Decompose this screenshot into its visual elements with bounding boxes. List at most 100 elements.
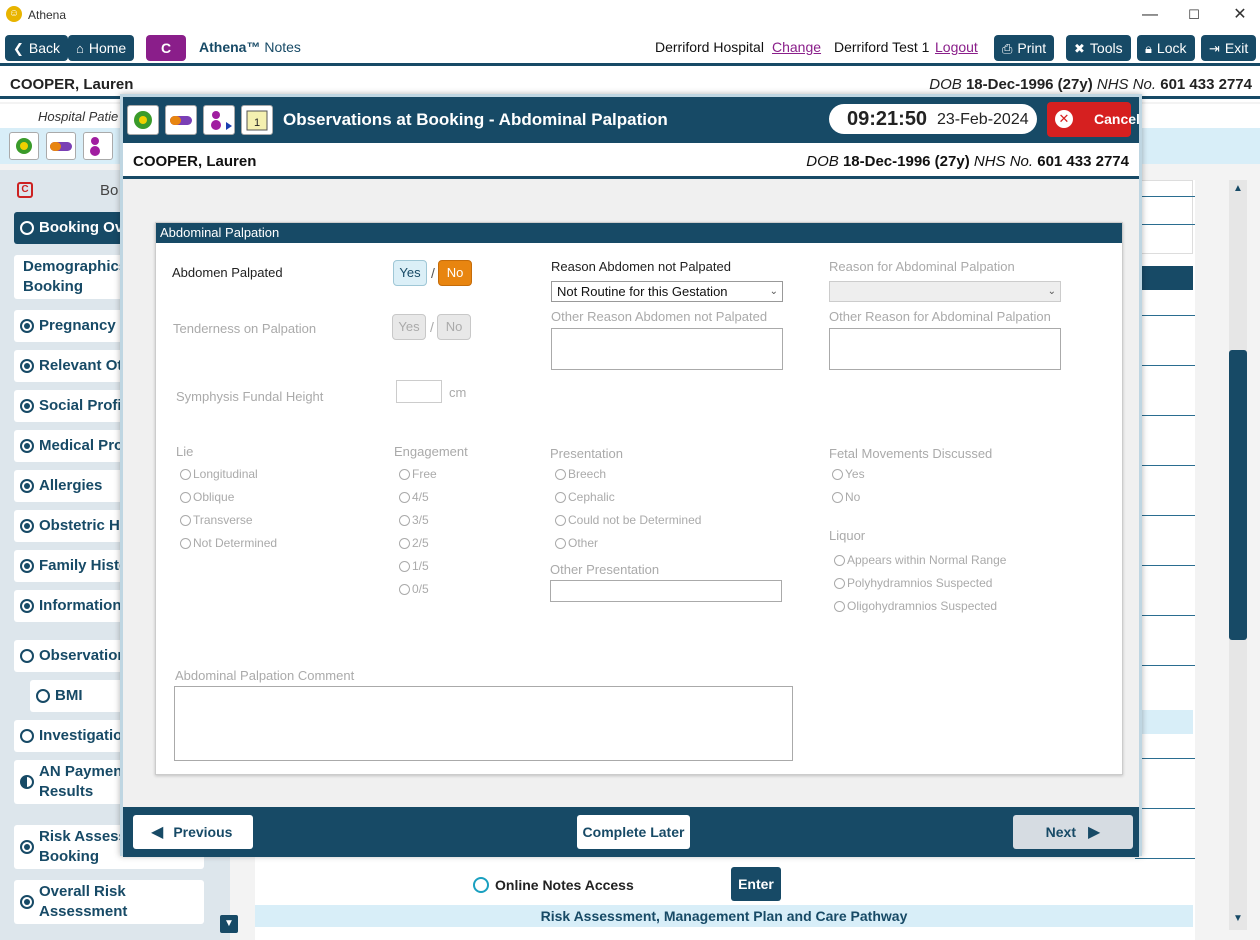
- chevron-left-icon: ❮: [13, 41, 24, 56]
- maximize-button[interactable]: ☐: [1184, 5, 1204, 25]
- scroll-up-icon[interactable]: ▲: [1229, 180, 1247, 198]
- status-radio-icon: [36, 689, 50, 703]
- radio-option[interactable]: Free: [399, 467, 437, 481]
- panel-header: Bo: [100, 182, 119, 199]
- minimize-button[interactable]: —: [1140, 5, 1160, 25]
- radio-option[interactable]: Longitudinal: [180, 467, 258, 481]
- print-button[interactable]: ⎙ Print: [994, 35, 1055, 61]
- radio-option[interactable]: Appears within Normal Range: [834, 553, 1006, 567]
- window-title: Athena: [28, 8, 67, 22]
- c-button[interactable]: C: [146, 35, 186, 61]
- other-reason-not-label: Other Reason Abdomen not Palpated: [551, 309, 768, 324]
- reason-not-palpated-value: Not Routine for this Gestation: [557, 284, 728, 299]
- clock-time: 09:21:50: [847, 108, 928, 130]
- nhs-value: 601 433 2774: [1160, 76, 1252, 93]
- other-reason-for-input[interactable]: [829, 328, 1061, 370]
- radio-option[interactable]: Transverse: [180, 513, 253, 527]
- radio-option[interactable]: Oligohydramnios Suspected: [834, 599, 997, 613]
- presentation-label: Presentation: [550, 446, 623, 461]
- radio-option[interactable]: Cephalic: [555, 490, 615, 504]
- change-link[interactable]: Change: [772, 39, 821, 55]
- radio-option[interactable]: Polyhydramnios Suspected: [834, 576, 992, 590]
- row-divider: [1135, 365, 1195, 366]
- cancel-label: Cancel: [1094, 111, 1140, 127]
- triangle-right-icon: ▶: [1088, 824, 1101, 841]
- abdomen-palpated-no-button[interactable]: No: [438, 260, 472, 286]
- radio-option[interactable]: Other: [555, 536, 598, 550]
- next-label: Next: [1045, 824, 1077, 840]
- dob-value: 18-Dec-1996 (27y): [842, 153, 970, 170]
- person-icon[interactable]: [83, 132, 113, 160]
- row-divider: [1135, 615, 1195, 616]
- radio-option[interactable]: 2/5: [399, 536, 429, 550]
- close-window-button[interactable]: ✕: [1230, 5, 1250, 25]
- status-radio-icon: [20, 895, 34, 909]
- status-radio-icon: [20, 479, 34, 493]
- lock-label: Lock: [1156, 40, 1187, 56]
- person-icon[interactable]: [203, 105, 235, 135]
- scroll-down-icon[interactable]: ▼: [1229, 910, 1247, 928]
- patient-name: COOPER, Lauren: [10, 76, 134, 93]
- radio-option[interactable]: 1/5: [399, 559, 429, 573]
- slash: /: [431, 265, 435, 281]
- radio-option[interactable]: Breech: [555, 467, 606, 481]
- enter-button[interactable]: Enter: [731, 867, 781, 901]
- status-radio-icon: [20, 649, 34, 663]
- other-presentation-input[interactable]: [550, 580, 782, 602]
- radio-option[interactable]: Not Determined: [180, 536, 277, 550]
- radio-option[interactable]: 4/5: [399, 490, 429, 504]
- form-section-header: Abdominal Palpation: [156, 223, 1122, 243]
- online-notes-radio-icon[interactable]: [473, 877, 489, 893]
- c-badge-icon: C: [17, 182, 33, 198]
- user-name: Derriford Test 1: [834, 39, 930, 55]
- radio-option[interactable]: 3/5: [399, 513, 429, 527]
- reason-for-palpation-select[interactable]: ⌄: [829, 281, 1061, 302]
- tools-button[interactable]: ✖ Tools: [1066, 35, 1131, 61]
- reason-not-palpated-select[interactable]: Not Routine for this Gestation ⌄: [551, 281, 783, 302]
- previous-button[interactable]: ◀ Previous: [133, 815, 253, 849]
- nhs-label: NHS No.: [1096, 76, 1157, 93]
- dob-value: 18-Dec-1996 (27y): [965, 76, 1093, 93]
- radio-option[interactable]: 0/5: [399, 582, 429, 596]
- tenderness-yes-button[interactable]: Yes: [392, 314, 426, 340]
- comment-textarea[interactable]: [174, 686, 793, 761]
- home-button[interactable]: ⌂ Home: [68, 35, 135, 61]
- scrollbar-thumb[interactable]: [1229, 350, 1247, 640]
- flower-icon[interactable]: [9, 132, 39, 160]
- vertical-scrollbar[interactable]: ▲ ▼: [1229, 180, 1247, 930]
- next-button[interactable]: Next ▶: [1013, 815, 1133, 849]
- abdomen-palpated-yes-button[interactable]: Yes: [393, 260, 427, 286]
- other-reason-not-input[interactable]: [551, 328, 783, 370]
- complete-later-button[interactable]: Complete Later: [577, 815, 690, 849]
- svg-text:1: 1: [254, 117, 260, 129]
- row-divider: [1135, 315, 1195, 316]
- cancel-button[interactable]: ✕ Cancel: [1047, 102, 1140, 137]
- printer-icon: ⎙: [1002, 41, 1013, 56]
- status-radio-icon: [20, 439, 34, 453]
- radio-option[interactable]: Yes: [832, 467, 865, 481]
- engagement-label: Engagement: [394, 444, 468, 459]
- row-divider: [1135, 465, 1195, 466]
- other-reason-for-label: Other Reason for Abdominal Palpation: [829, 309, 1051, 324]
- tools-icon: ✖: [1074, 41, 1085, 56]
- exit-button[interactable]: ⇥ Exit: [1201, 35, 1257, 61]
- radio-option[interactable]: No: [832, 490, 860, 504]
- calendar-icon[interactable]: 1: [241, 105, 273, 135]
- back-button[interactable]: ❮ Back: [5, 35, 69, 61]
- pill-icon[interactable]: [46, 132, 76, 160]
- row-divider: [1135, 515, 1195, 516]
- tenderness-no-button[interactable]: No: [437, 314, 471, 340]
- nav-scroll-down-icon[interactable]: ▼: [220, 915, 238, 933]
- logout-link[interactable]: Logout: [935, 39, 978, 55]
- clock-display: 09:21:50 23-Feb-2024: [829, 104, 1037, 134]
- lock-button[interactable]: 🔒︎ Lock: [1137, 35, 1195, 61]
- nav-item[interactable]: Overall Risk Assessment: [14, 880, 204, 924]
- exit-label: Exit: [1224, 40, 1249, 56]
- radio-option[interactable]: Could not be Determined: [555, 513, 701, 527]
- pill-icon[interactable]: [165, 105, 197, 135]
- status-radio-icon: [20, 399, 34, 413]
- sfh-input[interactable]: [396, 380, 442, 403]
- app-name-sub: Notes: [264, 39, 301, 55]
- flower-icon[interactable]: [127, 105, 159, 135]
- radio-option[interactable]: Oblique: [180, 490, 234, 504]
